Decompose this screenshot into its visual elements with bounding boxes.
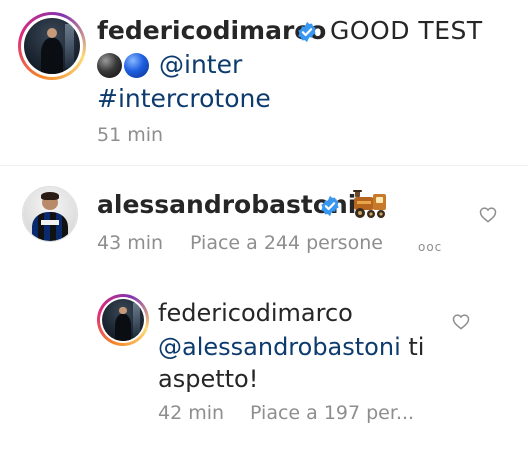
reply-text-line1: @alessandrobastoni ti xyxy=(158,330,424,364)
post-author-avatar[interactable] xyxy=(18,12,86,80)
avatar-photo xyxy=(24,18,80,74)
black-circle-emoji-icon xyxy=(97,52,122,78)
avatar-photo xyxy=(23,187,77,241)
blue-circle-emoji-icon xyxy=(124,52,149,78)
post-caption-line2: @inter xyxy=(97,48,242,82)
caption-divider xyxy=(0,165,528,166)
post-author-username[interactable]: federicodimarco xyxy=(97,14,326,48)
verified-badge-icon xyxy=(321,195,339,217)
comment-likes-count[interactable]: Piace a 244 persone xyxy=(190,232,383,254)
reply-text-line2: aspetto! xyxy=(158,365,259,393)
hashtag-intercrotone-link[interactable]: #intercrotone xyxy=(97,82,271,116)
like-comment-heart-icon[interactable] xyxy=(479,206,497,223)
verified-badge-icon xyxy=(298,21,316,43)
post-caption-text: GOOD TEST xyxy=(330,16,483,45)
like-reply-heart-icon[interactable] xyxy=(452,313,470,330)
reply-author-avatar[interactable] xyxy=(97,294,149,346)
avatar-photo xyxy=(102,299,144,341)
reply-likes-count[interactable]: Piace a 197 per... xyxy=(250,402,414,424)
mention-alessandrobastoni-link[interactable]: @alessandrobastoni xyxy=(158,333,401,361)
comment-more-options-icon[interactable]: ooc xyxy=(418,240,442,254)
locomotive-emoji-icon xyxy=(353,190,386,218)
post-timestamp: 51 min xyxy=(97,124,164,146)
comment-timestamp: 43 min xyxy=(97,232,164,254)
reply-author-username[interactable]: federicodimarco xyxy=(158,297,353,329)
mention-inter-link[interactable]: @inter xyxy=(159,48,242,82)
reply-timestamp: 42 min xyxy=(158,402,225,424)
comment-author-avatar[interactable] xyxy=(22,186,78,242)
comment-author-username[interactable]: alessandrobastoni xyxy=(97,188,356,222)
reply-text: ti xyxy=(400,333,425,361)
